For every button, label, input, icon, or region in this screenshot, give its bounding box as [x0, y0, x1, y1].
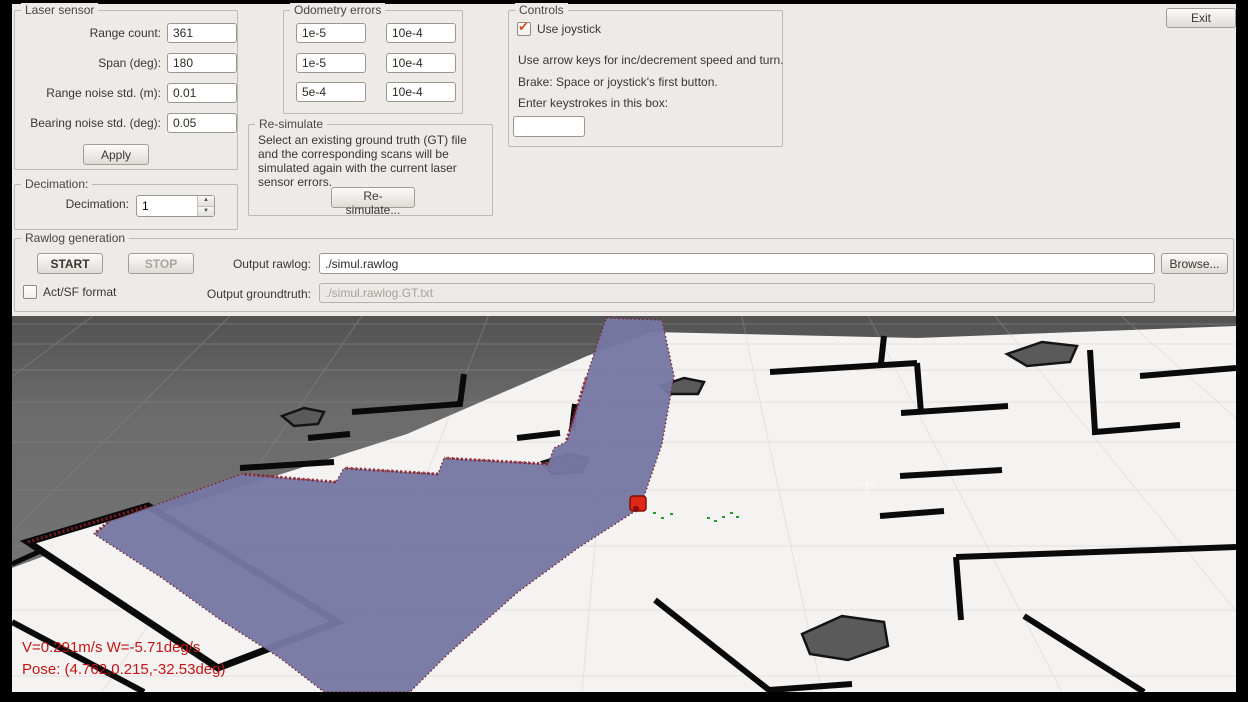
robot-marker [630, 496, 646, 512]
decimation-label: Decimation: [23, 197, 129, 211]
resimulate-group-title: Re-simulate [255, 117, 327, 131]
browse-button[interactable]: Browse... [1161, 253, 1228, 274]
controls-help-line2: Brake: Space or joystick's first button. [518, 75, 718, 89]
3d-scene: V=0.291m/s W=-5.71deg/s Pose: (4.762,0.2… [12, 316, 1236, 692]
decimation-group-title: Decimation: [21, 177, 92, 191]
controls-group-title: Controls [515, 3, 568, 17]
hud-velocity-text: V=0.291m/s W=-5.71deg/s [22, 639, 200, 656]
span-label: Span (deg): [23, 56, 161, 70]
chevron-down-icon[interactable]: ▼ [198, 207, 214, 217]
use-joystick-row[interactable]: ✔ Use joystick [517, 22, 601, 36]
output-groundtruth-input [319, 283, 1155, 303]
decimation-input[interactable] [137, 196, 197, 216]
resimulate-button[interactable]: Re-simulate... [331, 187, 415, 208]
odometry-error-input-r1c2[interactable] [386, 23, 456, 43]
start-button[interactable]: START [37, 253, 103, 274]
odometry-errors-group: Odometry errors [283, 10, 463, 114]
laser-sensor-group-title: Laser sensor [21, 3, 98, 17]
laser-sensor-group: Laser sensor Range count: Span (deg): Ra… [14, 10, 238, 170]
app-root: { "icons": { "check": "✔", "spin_up": "▲… [0, 0, 1248, 702]
bearing-noise-input[interactable] [167, 113, 237, 133]
3d-viewport[interactable]: V=0.291m/s W=-5.71deg/s Pose: (4.762,0.2… [12, 316, 1236, 692]
hud-pose-text: Pose: (4.762,0.215,-32.53deg) [22, 661, 225, 678]
exit-button[interactable]: Exit [1166, 8, 1236, 28]
bearing-noise-label: Bearing noise std. (deg): [23, 116, 161, 130]
odometry-error-input-r2c2[interactable] [386, 53, 456, 73]
controls-help-line3: Enter keystrokes in this box: [518, 96, 668, 110]
top-control-panel: Laser sensor Range count: Span (deg): Ra… [12, 4, 1236, 316]
controls-help-line1: Use arrow keys for inc/decrement speed a… [518, 53, 783, 67]
rawlog-generation-group: Rawlog generation START STOP Output rawl… [14, 238, 1234, 312]
simulator-window: Laser sensor Range count: Span (deg): Ra… [12, 4, 1236, 692]
odometry-errors-group-title: Odometry errors [290, 3, 385, 17]
span-input[interactable] [167, 53, 237, 73]
chevron-up-icon[interactable]: ▲ [198, 196, 214, 207]
use-joystick-label: Use joystick [537, 22, 601, 36]
output-rawlog-label: Output rawlog: [165, 257, 311, 271]
output-groundtruth-label: Output groundtruth: [165, 287, 311, 301]
odometry-error-input-r1c1[interactable] [296, 23, 366, 43]
odometry-error-input-r3c2[interactable] [386, 82, 456, 102]
range-noise-label: Range noise std. (m): [23, 86, 161, 100]
range-count-label: Range count: [23, 26, 161, 40]
rawlog-generation-group-title: Rawlog generation [21, 231, 129, 245]
decimation-group: Decimation: Decimation: ▲ ▼ [14, 184, 238, 230]
actsf-format-label: Act/SF format [43, 285, 116, 299]
keystroke-input[interactable] [513, 116, 585, 137]
odometry-error-input-r3c1[interactable] [296, 82, 366, 102]
actsf-format-row[interactable]: Act/SF format [23, 285, 116, 299]
decimation-stepper[interactable]: ▲ ▼ [136, 195, 215, 217]
actsf-format-checkbox[interactable] [23, 285, 37, 299]
range-count-input[interactable] [167, 23, 237, 43]
output-rawlog-input[interactable] [319, 253, 1155, 274]
resimulate-group: Re-simulate Select an existing ground tr… [248, 124, 493, 216]
resimulate-description: Select an existing ground truth (GT) fil… [258, 133, 486, 189]
apply-button[interactable]: Apply [83, 144, 149, 165]
odometry-error-input-r2c1[interactable] [296, 53, 366, 73]
controls-group: Controls ✔ Use joystick Use arrow keys f… [508, 10, 783, 147]
range-noise-input[interactable] [167, 83, 237, 103]
check-icon: ✔ [518, 20, 529, 34]
use-joystick-checkbox[interactable]: ✔ [517, 22, 531, 36]
